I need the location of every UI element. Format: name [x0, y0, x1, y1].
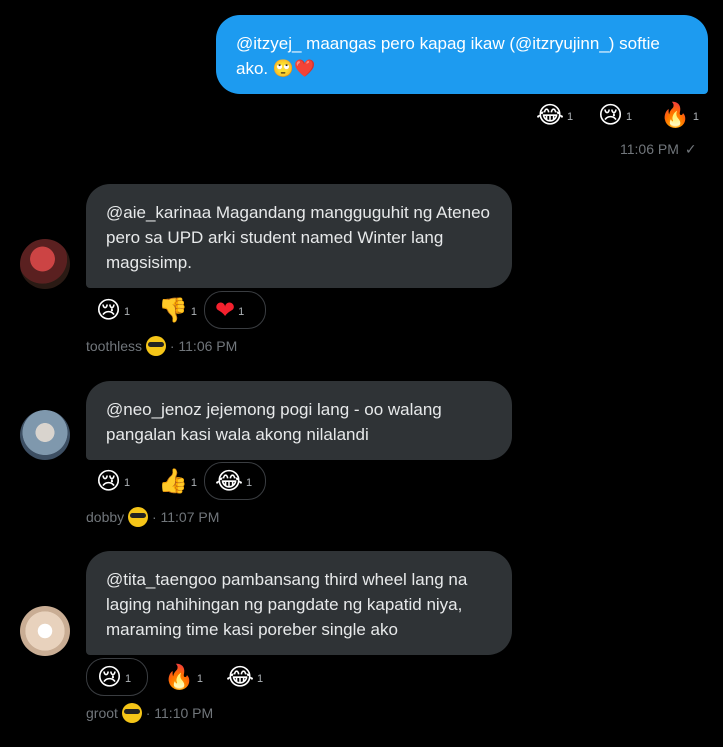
- reaction-laughing[interactable]: 😂 1: [216, 658, 264, 696]
- reaction-count: 1: [124, 306, 131, 318]
- crying-face-icon: 😢: [96, 467, 122, 495]
- reaction-count: 1: [125, 673, 132, 685]
- reaction-heart[interactable]: ❤ 1: [204, 291, 266, 329]
- sent-check-icon: ✓: [684, 141, 697, 157]
- avatar[interactable]: [20, 606, 70, 656]
- sunglasses-icon: [145, 336, 166, 356]
- reaction-crying[interactable]: 😢 1: [86, 291, 132, 329]
- sent-message-meta: 11:06 PM ✓: [620, 141, 697, 158]
- laughing-tears-icon: 😂: [536, 101, 565, 129]
- reaction-count: 1: [692, 111, 700, 123]
- crying-face-icon: 😢: [97, 663, 123, 691]
- sunglasses-icon: [121, 703, 142, 723]
- reaction-thumbs-up[interactable]: 👍 1: [148, 462, 198, 500]
- thumbs-down-icon: 👎: [158, 296, 188, 324]
- meta-separator: ·: [145, 705, 151, 721]
- fire-icon: 🔥: [164, 663, 194, 691]
- sent-reactions: 😂 1 😢 1 🔥 1: [526, 96, 700, 134]
- reaction-count: 1: [190, 477, 198, 489]
- sender-name: dobby: [86, 509, 125, 525]
- meta-separator: ·: [151, 509, 157, 525]
- sent-message-text: @itzyej_ maangas pero kapag ikaw (@itzry…: [236, 34, 660, 78]
- fire-icon: 🔥: [660, 101, 690, 129]
- thumbs-up-icon: 👍: [158, 467, 188, 495]
- message-text: @aie_karinaa Magandang mangguguhit ng At…: [106, 203, 490, 272]
- message-reactions: 😢 1 🔥 1 😂 1: [86, 658, 264, 696]
- reaction-thumbs-down[interactable]: 👎 1: [148, 291, 198, 329]
- reaction-fire[interactable]: 🔥 1: [650, 96, 700, 134]
- message-reactions: 😢 1 👎 1 ❤ 1: [86, 291, 266, 329]
- reaction-count: 1: [238, 306, 245, 318]
- avatar[interactable]: [20, 239, 70, 289]
- message-meta: dobby · 11:07 PM: [86, 507, 219, 527]
- heart-icon: ❤: [215, 296, 236, 324]
- laughing-tears-icon: 😂: [215, 467, 244, 495]
- reaction-laughing[interactable]: 😂 1: [204, 462, 266, 500]
- message-text: @neo_jenoz jejemong pogi lang - oo walan…: [106, 400, 442, 444]
- message-text: @tita_taengoo pambansang third wheel lan…: [106, 570, 468, 639]
- message-time: 11:07 PM: [160, 509, 220, 525]
- crying-face-icon: 😢: [96, 296, 122, 324]
- meta-separator: ·: [169, 338, 175, 354]
- sender-name: toothless: [86, 338, 143, 354]
- laughing-tears-icon: 😂: [226, 663, 255, 691]
- reaction-crying[interactable]: 😢 1: [86, 658, 148, 696]
- reaction-count: 1: [257, 673, 264, 685]
- sent-time: 11:06 PM: [620, 141, 679, 157]
- reaction-count: 1: [190, 306, 198, 318]
- message-meta: toothless · 11:06 PM: [86, 336, 237, 356]
- reaction-crying[interactable]: 😢 1: [86, 462, 132, 500]
- message-time: 11:06 PM: [178, 338, 238, 354]
- message-bubble[interactable]: @neo_jenoz jejemong pogi lang - oo walan…: [86, 381, 512, 460]
- reaction-count: 1: [567, 111, 574, 123]
- sunglasses-icon: [128, 507, 149, 527]
- reaction-fire[interactable]: 🔥 1: [154, 658, 204, 696]
- crying-face-icon: 😢: [598, 101, 624, 129]
- reaction-count: 1: [246, 477, 253, 489]
- sender-name: groot: [86, 705, 118, 721]
- reaction-laughing[interactable]: 😂 1: [526, 96, 574, 134]
- message-reactions: 😢 1 👍 1 😂 1: [86, 462, 266, 500]
- message-meta: groot · 11:10 PM: [86, 703, 213, 723]
- message-bubble[interactable]: @aie_karinaa Magandang mangguguhit ng At…: [86, 184, 512, 288]
- message-bubble[interactable]: @tita_taengoo pambansang third wheel lan…: [86, 551, 512, 655]
- sent-message-bubble[interactable]: @itzyej_ maangas pero kapag ikaw (@itzry…: [216, 15, 708, 94]
- reaction-count: 1: [124, 477, 131, 489]
- avatar[interactable]: [20, 410, 70, 460]
- reaction-count: 1: [626, 111, 633, 123]
- reaction-crying[interactable]: 😢 1: [588, 96, 634, 134]
- message-time: 11:10 PM: [154, 705, 214, 721]
- reaction-count: 1: [196, 673, 204, 685]
